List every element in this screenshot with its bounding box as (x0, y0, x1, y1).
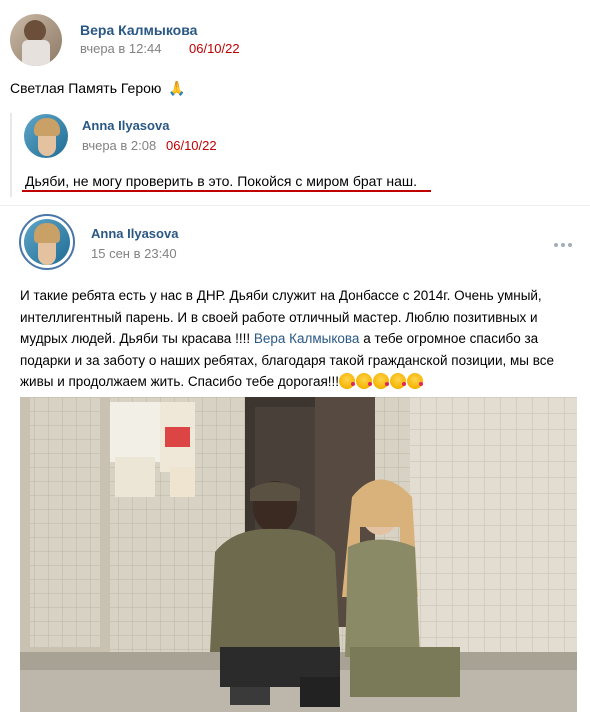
reply-author[interactable]: Anna Ilyasova (82, 118, 169, 133)
kiss-emoji-icon (356, 373, 373, 389)
post-photo-illustration (20, 397, 577, 712)
reply-date-stamp: 06/10/22 (166, 138, 217, 153)
more-dots-icon[interactable] (553, 236, 573, 247)
reply-text: Дьяби, не могу проверить в это. Покойся … (25, 173, 418, 189)
comment-text: Светлая Память Герою 🙏 (10, 79, 186, 98)
comment-time[interactable]: вчера в 12:44 (80, 41, 161, 56)
comment-avatar[interactable] (10, 14, 62, 66)
emoji-row (339, 373, 424, 389)
comment-author[interactable]: Вера Калмыкова (80, 22, 197, 38)
reply-quote-bar (10, 113, 12, 197)
reply-underline (22, 190, 431, 192)
pray-icon: 🙏 (168, 80, 186, 96)
post-photo[interactable] (20, 397, 577, 712)
reply-avatar[interactable] (24, 114, 68, 158)
post-mention-link[interactable]: Вера Калмыкова (254, 331, 360, 346)
post-author[interactable]: Anna Ilyasova (91, 226, 178, 241)
post-time[interactable]: 15 сен в 23:40 (91, 246, 177, 261)
comment-text-body: Светлая Память Герою (10, 80, 162, 96)
kiss-emoji-icon (339, 373, 356, 389)
reply-time[interactable]: вчера в 2:08 (82, 138, 156, 153)
kiss-emoji-icon (390, 373, 407, 389)
divider (0, 205, 590, 206)
kiss-emoji-icon (373, 373, 390, 389)
post-text: И такие ребята есть у нас в ДНР. Дьяби с… (20, 285, 580, 393)
post-avatar[interactable] (19, 214, 75, 270)
comment-date-stamp: 06/10/22 (189, 41, 240, 56)
kiss-emoji-icon (407, 373, 424, 389)
